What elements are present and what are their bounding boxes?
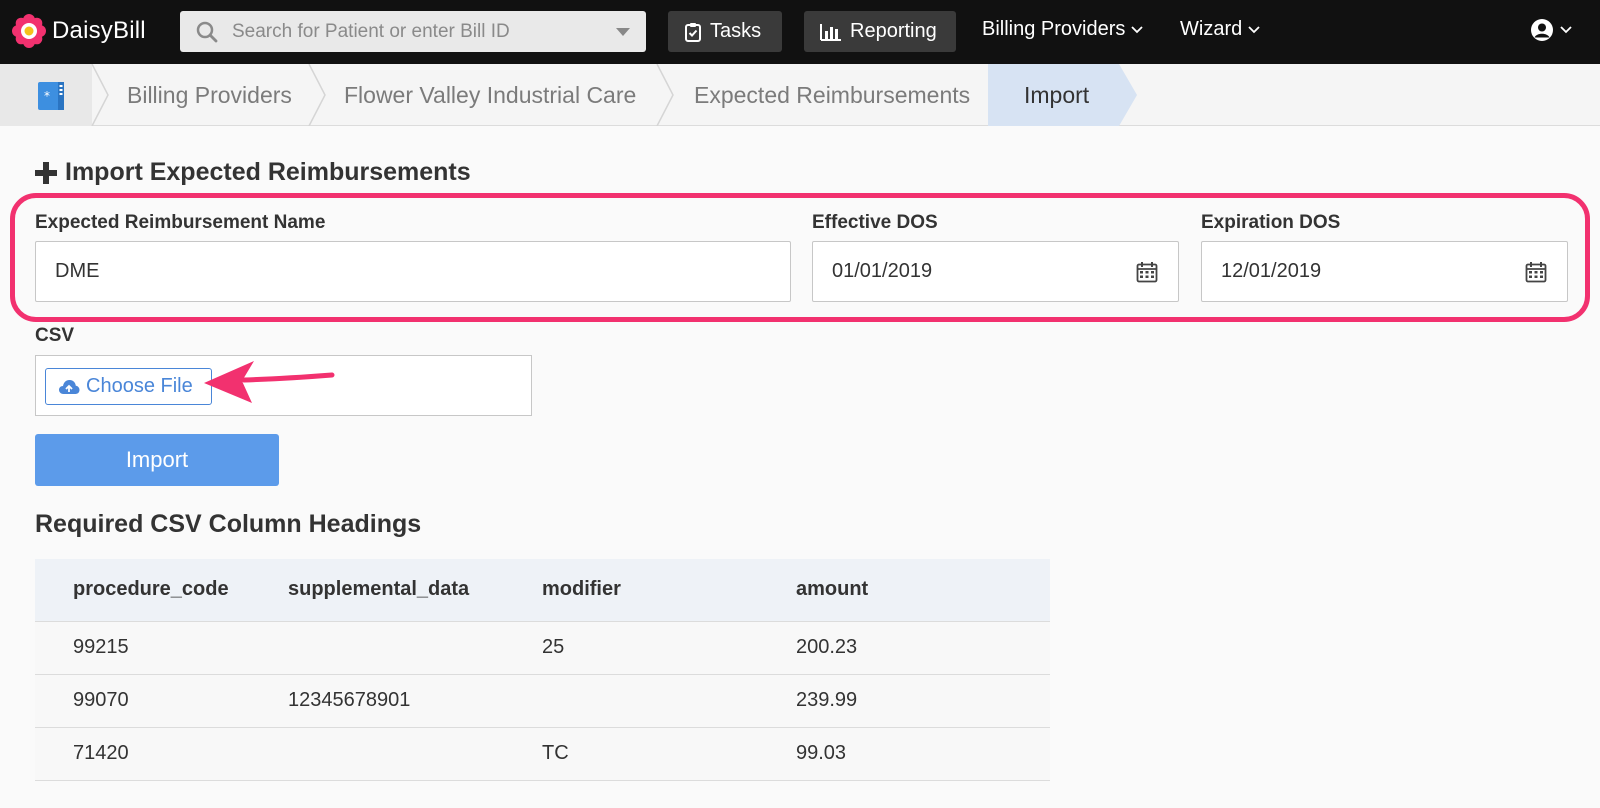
page-title-text: Import Expected Reimbursements [65, 158, 471, 186]
tasks-label: Tasks [710, 20, 762, 42]
breadcrumb-separator [91, 64, 109, 126]
name-field[interactable] [35, 241, 791, 302]
cloud-upload-icon [59, 379, 80, 394]
expiration-dos-input[interactable] [1202, 242, 1567, 301]
import-button[interactable]: Import [35, 434, 279, 486]
csv-headings-table: procedure_code supplemental_data modifie… [35, 559, 1050, 781]
arrow-pointer-icon [204, 361, 335, 403]
chevron-down-icon [1131, 25, 1144, 33]
table-cell: 71420 [35, 727, 288, 781]
table-cell [288, 727, 542, 781]
daisy-logo-icon [12, 14, 46, 48]
user-menu[interactable] [1530, 18, 1572, 42]
column-header: modifier [542, 559, 796, 622]
column-header: procedure_code [35, 559, 288, 622]
table-cell: 99070 [35, 674, 288, 728]
breadcrumb-active-label: Import [1024, 81, 1090, 108]
breadcrumb-expected-reimbursements[interactable]: Expected Reimbursements [694, 64, 970, 126]
patient-search[interactable] [180, 11, 646, 52]
table-header-row: procedure_code supplemental_data modifie… [35, 559, 1050, 622]
breadcrumb-active-arrow [1119, 64, 1137, 126]
calendar-icon[interactable] [1136, 261, 1158, 283]
effective-dos-label: Effective DOS [812, 212, 938, 233]
table-cell: 200.23 [796, 621, 1050, 675]
name-label: Expected Reimbursement Name [35, 212, 326, 233]
expiration-dos-field[interactable] [1201, 241, 1568, 302]
table-cell: 12345678901 [288, 674, 542, 728]
breadcrumb-import-active: Import [988, 64, 1119, 126]
breadcrumb-separator [656, 64, 674, 126]
effective-dos-input[interactable] [813, 242, 1178, 301]
table-cell: 25 [542, 621, 796, 675]
chevron-down-icon [1248, 25, 1260, 33]
table-cell: 239.99 [796, 674, 1050, 728]
top-navbar: DaisyBill Tasks Reporting Billing Provid… [0, 0, 1600, 64]
table-row: 99070 12345678901 239.99 [35, 674, 1050, 728]
table-cell [542, 674, 796, 728]
breadcrumb-home[interactable]: * [0, 64, 92, 126]
chevron-down-icon [1560, 26, 1572, 34]
clipboard-check-icon [685, 22, 701, 42]
breadcrumb-separator [308, 64, 326, 126]
search-input[interactable] [232, 11, 592, 52]
table-row: 71420 TC 99.03 [35, 727, 1050, 781]
reporting-button[interactable]: Reporting [804, 11, 956, 52]
effective-dos-field[interactable] [812, 241, 1179, 302]
billing-providers-label: Billing Providers [982, 18, 1126, 40]
column-header: amount [796, 559, 1050, 622]
table-cell: 99215 [35, 621, 288, 675]
reporting-label: Reporting [850, 20, 937, 42]
calendar-icon[interactable] [1525, 261, 1547, 283]
search-icon [196, 21, 218, 43]
table-cell [288, 621, 542, 675]
svg-text:*: * [44, 89, 50, 103]
user-circle-icon [1531, 19, 1553, 41]
billing-providers-menu[interactable]: Billing Providers [982, 18, 1144, 41]
choose-file-button[interactable]: Choose File [45, 368, 212, 405]
wizard-label: Wizard [1180, 18, 1243, 40]
breadcrumb: * Billing Providers Flower Valley Indust… [0, 64, 1600, 126]
table-cell: TC [542, 727, 796, 781]
plus-icon [35, 161, 57, 184]
caret-down-icon[interactable] [616, 28, 630, 36]
csv-headings-title: Required CSV Column Headings [35, 510, 422, 538]
csv-label: CSV [35, 325, 75, 346]
medical-binder-icon: * [38, 82, 64, 110]
reimbursement-name-input[interactable] [36, 242, 790, 301]
table-row: 99215 25 200.23 [35, 621, 1050, 675]
app-logo[interactable]: DaisyBill [12, 14, 146, 48]
wizard-menu[interactable]: Wizard [1180, 18, 1260, 41]
breadcrumb-billing-providers[interactable]: Billing Providers [127, 64, 292, 126]
column-header: supplemental_data [288, 559, 542, 622]
bar-chart-icon [820, 23, 841, 41]
tasks-button[interactable]: Tasks [668, 11, 782, 52]
expiration-dos-label: Expiration DOS [1201, 212, 1341, 233]
app-name: DaisyBill [52, 17, 146, 44]
page-title: Import Expected Reimbursements [35, 158, 471, 187]
breadcrumb-flower-valley[interactable]: Flower Valley Industrial Care [344, 64, 636, 126]
table-cell: 99.03 [796, 727, 1050, 781]
choose-file-label: Choose File [86, 375, 193, 397]
